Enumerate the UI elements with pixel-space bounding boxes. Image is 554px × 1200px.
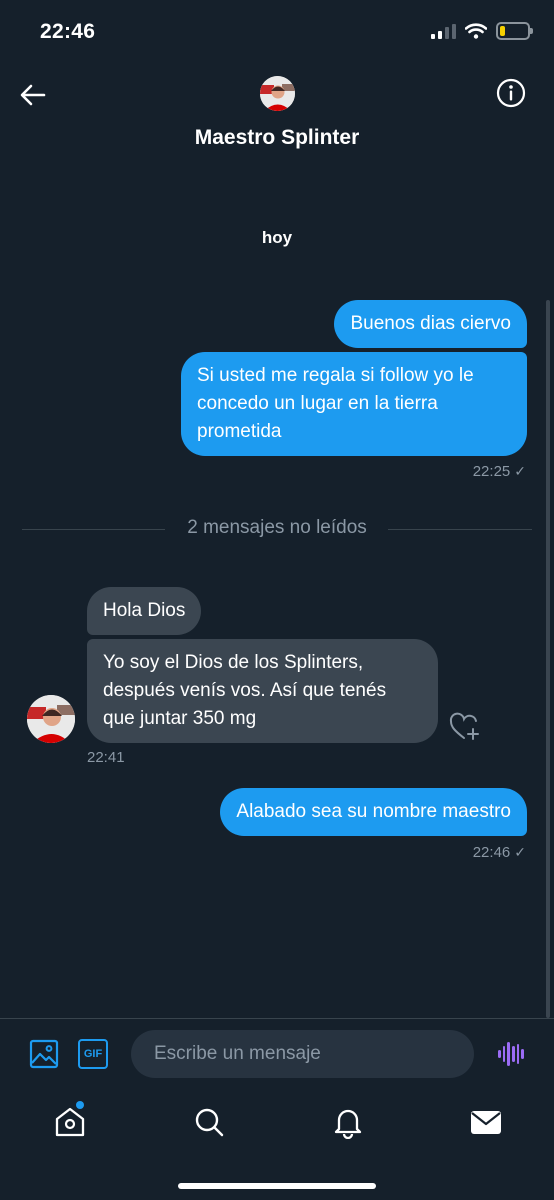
status-time: 22:46 — [40, 20, 96, 43]
unread-divider-text: 2 mensajes no leídos — [187, 517, 367, 538]
messages-icon[interactable] — [469, 1105, 503, 1139]
timestamp-text: 22:46 — [472, 844, 511, 861]
message-bubble-outgoing[interactable]: Alabado sea su nombre maestro — [220, 788, 527, 836]
message-input[interactable] — [131, 1030, 474, 1078]
message-timestamp: 22:46 ✓ — [473, 844, 526, 861]
status-bar: 22:46 — [0, 0, 554, 66]
avatar[interactable] — [260, 76, 295, 111]
timestamp-text: 22:41 — [87, 749, 125, 766]
day-label: hoy — [261, 228, 293, 247]
message-composer: GIF — [0, 1019, 554, 1091]
heart-plus-icon[interactable] — [449, 712, 481, 742]
back-arrow-icon[interactable] — [18, 80, 48, 110]
home-indicator[interactable] — [178, 1183, 376, 1189]
search-icon[interactable] — [192, 1105, 226, 1139]
message-bubble-incoming[interactable]: Yo soy el Dios de los Splinters, después… — [87, 639, 438, 743]
message-bubble-outgoing[interactable]: Si usted me regala si follow yo le conce… — [181, 352, 527, 456]
contact-name[interactable]: Maestro Splinter — [0, 126, 554, 150]
status-icons — [431, 22, 533, 40]
timestamp-text: 22:25 — [472, 463, 511, 480]
unread-divider: 2 mensajes no leídos — [22, 517, 532, 541]
read-check-icon: ✓ — [514, 844, 526, 860]
scrollbar[interactable] — [546, 300, 550, 1018]
message-bubble-outgoing[interactable]: Buenos dias ciervo — [334, 300, 527, 348]
notifications-icon[interactable] — [331, 1105, 365, 1140]
gif-button[interactable]: GIF — [78, 1039, 108, 1069]
sender-avatar[interactable] — [27, 695, 75, 743]
image-icon[interactable] — [29, 1039, 59, 1069]
info-icon[interactable] — [496, 78, 526, 108]
battery-icon — [496, 22, 533, 40]
wifi-icon — [465, 23, 487, 39]
conversation-header: Maestro Splinter — [0, 66, 554, 166]
signal-icon — [431, 23, 456, 39]
home-icon[interactable] — [53, 1105, 87, 1139]
message-timestamp: 22:41 — [87, 749, 125, 766]
message-timestamp: 22:25 ✓ — [473, 463, 526, 480]
message-bubble-incoming[interactable]: Hola Dios — [87, 587, 202, 635]
notification-dot — [76, 1101, 84, 1109]
read-check-icon: ✓ — [514, 463, 526, 479]
voice-message-icon[interactable] — [498, 1041, 525, 1067]
bottom-tab-bar — [0, 1091, 554, 1171]
